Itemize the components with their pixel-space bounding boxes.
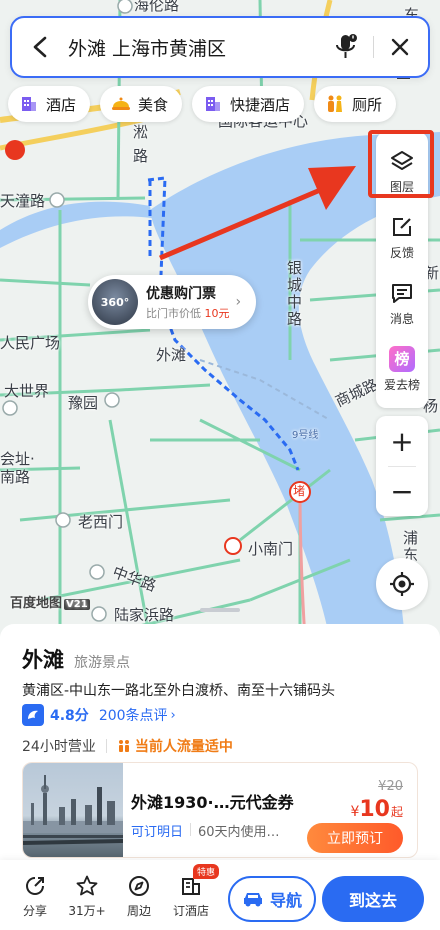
budget-hotel-icon xyxy=(202,93,224,115)
locate-button[interactable] xyxy=(376,558,428,610)
chevron-right-icon: › xyxy=(235,294,242,310)
voucher-price: ¥10 起 xyxy=(350,797,403,822)
back-icon[interactable] xyxy=(26,33,54,61)
share-button[interactable]: 分享 xyxy=(12,874,58,919)
zoom-control: + − xyxy=(376,416,428,516)
voucher-bookable: 可订明日 xyxy=(131,825,184,840)
message-icon xyxy=(389,280,415,306)
crowd-status: 当前人流量适中 xyxy=(117,736,233,756)
book-now-button[interactable]: 立即预订 xyxy=(307,823,403,853)
category-label: 美食 xyxy=(138,95,169,114)
search-query[interactable]: 外滩 上海市黄浦区 xyxy=(68,34,331,61)
map-label-laoximen: 老西门 xyxy=(78,513,124,531)
tool-ranking[interactable]: 榜 爱去榜 xyxy=(376,336,428,402)
opening-hours: 24小时营业 xyxy=(22,739,96,755)
bottom-action-bar: 分享 31万+ 周边 特惠 订酒店 导航 到这去 xyxy=(0,860,440,930)
review-count[interactable]: 200条点评 xyxy=(99,705,168,725)
map-label-tiantong: 天潼路 xyxy=(0,192,46,210)
layers-highlight-box xyxy=(368,130,434,198)
book-hotel-button[interactable]: 特惠 订酒店 xyxy=(168,864,220,919)
star-icon xyxy=(75,874,99,898)
voucher-original-price: ¥20 xyxy=(378,779,403,794)
traffic-jam-marker: 堵 xyxy=(293,484,306,498)
category-toilet[interactable]: 厕所 xyxy=(314,86,397,122)
category-hotel[interactable]: 酒店 xyxy=(8,86,91,122)
tool-label: 消息 xyxy=(389,311,414,326)
map-label-yuyuan: 豫园 xyxy=(68,394,99,412)
close-icon[interactable] xyxy=(386,33,414,61)
promo-title: 优惠购门票 xyxy=(146,286,216,302)
voucher-card[interactable]: 外滩1930·…元代金券 可订明日 60天内使用… ¥20 ¥10 起 立即预订 xyxy=(22,762,418,858)
map-label-yincheng: 银城中路 xyxy=(285,260,303,328)
place-detail-sheet: 外滩 旅游景点 黄浦区-中山东一路北至外白渡桥、南至十六铺码头 4.8分 200… xyxy=(0,624,440,930)
category-chips: 酒店 美食 快捷酒店 厕所 xyxy=(8,86,397,122)
map-label-world: 大世界 xyxy=(4,382,50,400)
rating-score: 4.8分 xyxy=(50,708,89,724)
map-label-metro9: 9号线 xyxy=(292,430,319,441)
category-budget-hotel[interactable]: 快捷酒店 xyxy=(192,86,305,122)
food-icon xyxy=(110,93,132,115)
tool-label: 反馈 xyxy=(389,245,414,260)
hotel-book-icon: 特惠 xyxy=(179,864,220,898)
special-offer-tag: 特惠 xyxy=(193,864,220,879)
category-label: 酒店 xyxy=(46,95,77,114)
compass-icon xyxy=(127,874,151,898)
car-icon xyxy=(243,893,262,907)
place-name: 外滩 xyxy=(22,648,64,672)
tool-message[interactable]: 消息 xyxy=(376,270,428,336)
locate-icon xyxy=(390,572,414,596)
chevron-right-icon: › xyxy=(170,707,176,723)
nearby-button[interactable]: 周边 xyxy=(116,874,162,919)
category-label: 厕所 xyxy=(352,95,383,114)
promo-subtitle: 比门市价低 10元 xyxy=(146,307,230,320)
voucher-title: 外滩1930·…元代金券 xyxy=(131,793,294,812)
map-label-xiaonanmen: 小南门 xyxy=(248,540,294,558)
map-label-hailun: 海伦路 xyxy=(134,0,180,14)
place-address: 黄浦区-中山东一路北至外白渡桥、南至十六铺码头 xyxy=(22,683,336,699)
go-here-button[interactable]: 到这去 xyxy=(322,876,424,922)
zoom-in-button[interactable]: + xyxy=(376,416,428,466)
rating-row[interactable]: 4.8分 200条点评 › xyxy=(22,704,176,726)
map-label-huiyu: 会址· 南路 xyxy=(0,450,35,486)
ticket-promo-bubble[interactable]: 360° 优惠购门票 比门市价低 10元 › xyxy=(88,275,256,329)
map-label-songhu: 淞 路 xyxy=(131,124,149,165)
favorite-button[interactable]: 31万+ xyxy=(64,874,110,919)
map-watermark: 百度地图 V21 xyxy=(10,596,90,611)
map-view[interactable]: 海伦路 东 天潼路 淞 路 人民广场 外滩 大世界 豫园 会址· 南路 老西门 … xyxy=(0,0,440,640)
place-type: 旅游景点 xyxy=(74,655,130,671)
tool-feedback[interactable]: 反馈 xyxy=(376,204,428,270)
hotel-icon xyxy=(18,93,40,115)
voucher-usage: 60天内使用… xyxy=(198,825,280,840)
sheet-drag-handle[interactable] xyxy=(200,608,240,612)
map-label-bund: 外滩 xyxy=(156,346,187,364)
share-icon xyxy=(23,874,47,898)
category-food[interactable]: 美食 xyxy=(100,86,183,122)
map-label-people-square: 人民广场 xyxy=(0,334,61,352)
map-label-lujiabang: 陆家浜路 xyxy=(114,606,175,624)
rating-logo-icon xyxy=(22,704,44,726)
crowd-icon xyxy=(118,740,129,752)
feedback-icon xyxy=(389,214,415,240)
toilet-icon xyxy=(324,93,346,115)
panorama-thumbnail: 360° xyxy=(92,279,138,325)
voice-search-icon[interactable] xyxy=(331,32,361,62)
category-label: 快捷酒店 xyxy=(230,95,291,114)
status-divider xyxy=(105,739,107,753)
navigate-button[interactable]: 导航 xyxy=(228,876,316,922)
zoom-out-button[interactable]: − xyxy=(376,466,428,516)
voucher-photo xyxy=(23,763,123,857)
search-divider xyxy=(373,36,374,58)
status-row: 24小时营业 当前人流量适中 xyxy=(22,736,233,756)
voucher-info: 可订明日 60天内使用… xyxy=(131,821,280,840)
tool-label: 爱去榜 xyxy=(383,377,420,392)
ranking-icon: 榜 xyxy=(389,345,415,372)
search-bar[interactable]: 外滩 上海市黄浦区 xyxy=(10,16,430,78)
